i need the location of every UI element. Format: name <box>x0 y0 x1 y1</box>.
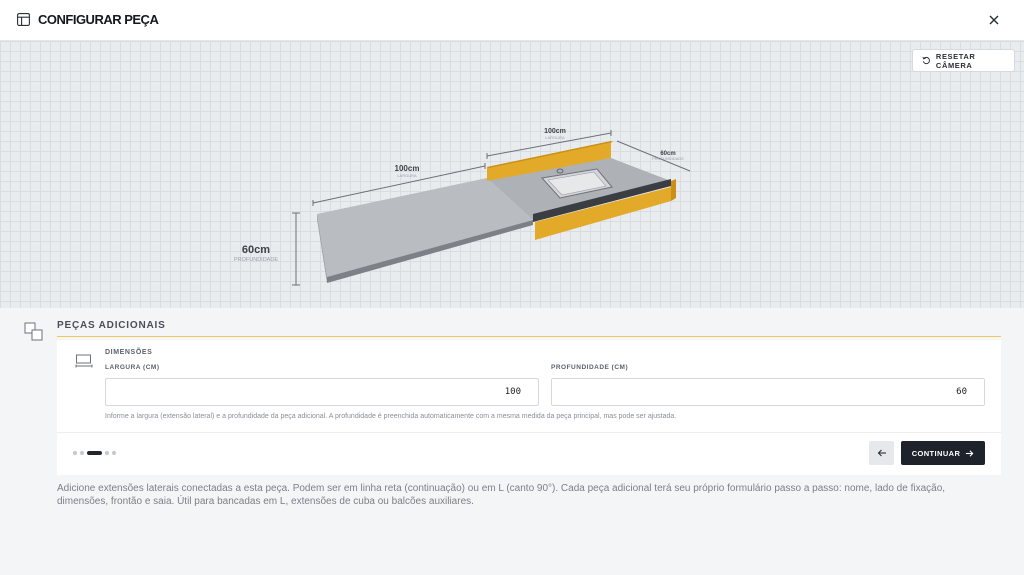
dim-label-width-ext: 100cm <box>544 128 566 135</box>
dim-label-width-main: 100cm <box>395 164 420 173</box>
step-dot <box>112 451 116 455</box>
largura-input[interactable]: 100 <box>105 378 539 406</box>
close-icon[interactable] <box>986 12 1002 28</box>
countertop-scene: 100cm LARGURA 100cm LARGURA 60cm PROFUND… <box>234 128 691 286</box>
continue-label: CONTINUAR <box>911 448 961 458</box>
step-dot <box>73 451 77 455</box>
layout-icon <box>17 13 30 26</box>
step-dot-active <box>87 451 102 455</box>
3d-viewport[interactable]: 100cm LARGURA 100cm LARGURA 60cm PROFUND… <box>0 41 1024 308</box>
countertop-main-top <box>317 178 533 277</box>
additional-pieces-icon <box>24 322 43 341</box>
reset-camera-label: RESETAR CÂMERA <box>935 51 976 70</box>
step-dot <box>105 451 109 455</box>
step-dot <box>80 451 84 455</box>
step-title: DIMENSÕES <box>105 349 153 356</box>
page-title: CONFIGURAR PEÇA <box>38 12 159 27</box>
modal-header: CONFIGURAR PEÇA <box>0 0 1024 41</box>
arrow-right-icon <box>966 449 974 457</box>
card-divider <box>57 432 1001 433</box>
dim-caption-width-main: LARGURA <box>397 173 417 178</box>
reset-camera-button[interactable]: RESETAR CÂMERA <box>912 49 1015 72</box>
field-hint: Informe a largura (extensão lateral) e a… <box>105 413 677 420</box>
dim-label-depth: 60cm <box>242 244 270 256</box>
dim-caption-depth-side: PROFUNDIDADE <box>652 156 684 161</box>
profundidade-input[interactable]: 60 <box>551 378 985 406</box>
back-button[interactable] <box>869 441 894 465</box>
profundidade-label: PROFUNDIDADE (CM) <box>551 364 629 371</box>
dim-caption-depth: PROFUNDIDADE <box>234 257 278 263</box>
side-skirt <box>671 179 676 201</box>
step-indicator <box>73 451 116 455</box>
largura-label: LARGURA (CM) <box>105 364 160 371</box>
ruler-icon <box>75 354 93 368</box>
arrow-left-icon <box>877 449 886 457</box>
dim-caption-width-ext: LARGURA <box>545 135 565 140</box>
step-card <box>57 340 1001 475</box>
rotate-icon <box>922 56 930 65</box>
section-accent-line <box>57 336 1001 337</box>
continue-button[interactable]: CONTINUAR <box>901 441 985 465</box>
section-description: Adicione extensões laterais conectadas a… <box>57 483 946 507</box>
section-title: PEÇAS ADICIONAIS <box>57 320 166 331</box>
